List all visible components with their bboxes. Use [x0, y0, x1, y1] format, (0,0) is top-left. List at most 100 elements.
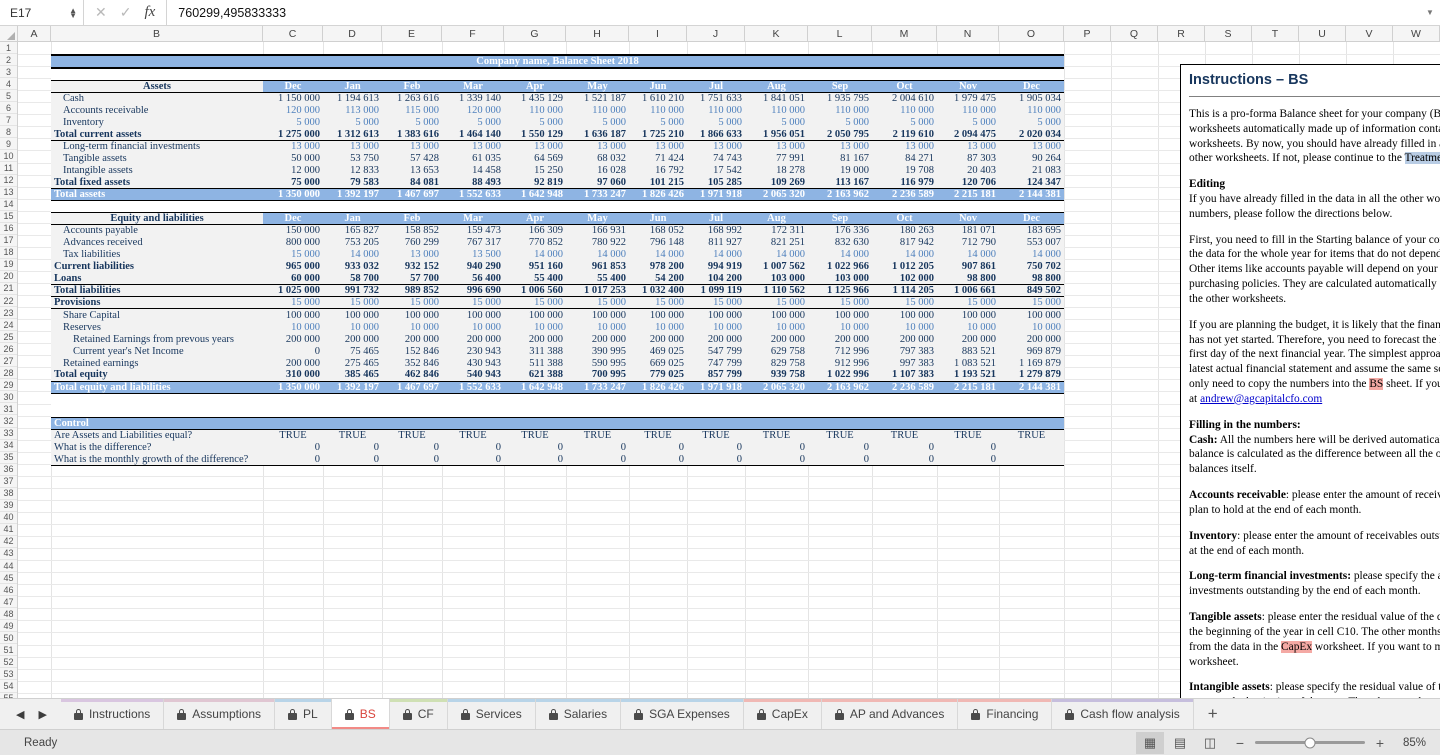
assets-cell-0-1[interactable]: 1 194 613	[323, 92, 382, 105]
assets-cell-0-8[interactable]: 1 841 051	[745, 92, 808, 105]
control-cell-0-0[interactable]: TRUE	[263, 429, 323, 442]
assets-cell-5-5[interactable]: 68 032	[566, 152, 629, 165]
equity-cell-3-12[interactable]: 750 702	[999, 260, 1064, 273]
name-box-dropdown-icon[interactable]: ▲ ▼	[69, 6, 77, 19]
equity2-row-label-1[interactable]: Reserves	[51, 321, 263, 334]
sheet-tab-sga-expenses[interactable]: SGA Expenses	[621, 699, 744, 729]
previous-sheet-icon[interactable]: ◀	[16, 708, 24, 721]
assets-cell-1-11[interactable]: 110 000	[937, 104, 999, 117]
equity2-cell-4-9[interactable]: 912 996	[808, 357, 872, 370]
equity-cell-0-6[interactable]: 168 052	[629, 224, 687, 237]
equity2-cell-3-12[interactable]: 969 879	[999, 345, 1064, 358]
equity-cell-3-8[interactable]: 1 007 562	[745, 260, 808, 273]
assets-cell-5-0[interactable]: 50 000	[263, 152, 323, 165]
column-header-G[interactable]: G	[504, 26, 566, 41]
total-liabilities-cell-4[interactable]: 1 006 560	[504, 284, 566, 298]
assets-cell-4-11[interactable]: 13 000	[937, 140, 999, 153]
row-header-2[interactable]: 2	[0, 54, 17, 67]
assets-cell-1-2[interactable]: 115 000	[382, 104, 442, 117]
control-cell-0-4[interactable]: TRUE	[504, 429, 566, 442]
equity2-cell-2-1[interactable]: 200 000	[323, 333, 382, 346]
row-header-16[interactable]: 16	[0, 222, 17, 235]
equity2-cell-5-4[interactable]: 621 388	[504, 369, 566, 382]
assets-cell-3-5[interactable]: 1 636 187	[566, 128, 629, 141]
assets-cell-4-7[interactable]: 13 000	[687, 140, 745, 153]
column-header-L[interactable]: L	[808, 26, 872, 41]
provisions-cell-6[interactable]: 15 000	[629, 296, 687, 310]
sheet-tab-capex[interactable]: CapEx	[743, 699, 822, 729]
row-header-37[interactable]: 37	[0, 475, 17, 488]
equity-cell-0-8[interactable]: 172 311	[745, 224, 808, 237]
select-all-corner[interactable]	[0, 26, 18, 41]
control-cell-1-11[interactable]: 0	[937, 441, 999, 454]
equity2-cell-1-0[interactable]: 10 000	[263, 321, 323, 334]
row-header-38[interactable]: 38	[0, 487, 17, 500]
equity2-cell-1-1[interactable]: 10 000	[323, 321, 382, 334]
equity-cell-0-7[interactable]: 168 992	[687, 224, 745, 237]
assets-cell-2-2[interactable]: 5 000	[382, 116, 442, 129]
total-assets-cell-6[interactable]: 1 826 426	[629, 188, 687, 202]
assets-cell-3-6[interactable]: 1 725 210	[629, 128, 687, 141]
equity2-cell-5-2[interactable]: 462 846	[382, 369, 442, 382]
equity2-cell-0-4[interactable]: 100 000	[504, 308, 566, 322]
equity-cell-3-9[interactable]: 1 022 966	[808, 260, 872, 273]
assets-cell-6-12[interactable]: 21 083	[999, 164, 1064, 177]
equity2-row-label-3[interactable]: Current year's Net Income	[51, 345, 263, 358]
assets-cell-7-0[interactable]: 75 000	[263, 176, 323, 189]
formula-expand-icon[interactable]: ▼	[1420, 0, 1440, 25]
equity-cell-3-2[interactable]: 932 152	[382, 260, 442, 273]
row-header-21[interactable]: 21	[0, 282, 17, 295]
sheet-tab-salaries[interactable]: Salaries	[535, 699, 622, 729]
column-header-C[interactable]: C	[263, 26, 323, 41]
row-header-26[interactable]: 26	[0, 343, 17, 356]
column-header-D[interactable]: D	[323, 26, 382, 41]
assets-cell-5-8[interactable]: 77 991	[745, 152, 808, 165]
row-header-53[interactable]: 53	[0, 668, 17, 681]
equity2-cell-4-5[interactable]: 590 995	[566, 357, 629, 370]
equity2-cell-1-6[interactable]: 10 000	[629, 321, 687, 334]
equity-cell-1-11[interactable]: 712 790	[937, 236, 999, 249]
assets-row-label-5[interactable]: Tangible assets	[51, 152, 263, 165]
row-header-25[interactable]: 25	[0, 331, 17, 344]
row-header-11[interactable]: 11	[0, 162, 17, 175]
equity2-cell-0-5[interactable]: 100 000	[566, 308, 629, 322]
assets-cell-1-10[interactable]: 110 000	[872, 104, 937, 117]
equity-cell-2-11[interactable]: 14 000	[937, 248, 999, 261]
assets-row-label-6[interactable]: Intangible assets	[51, 164, 263, 177]
equity2-cell-0-11[interactable]: 100 000	[937, 308, 999, 322]
equity2-cell-5-1[interactable]: 385 465	[323, 369, 382, 382]
assets-row-label-0[interactable]: Cash	[51, 92, 263, 105]
equity2-row-label-5[interactable]: Total equity	[51, 369, 263, 382]
row-header-7[interactable]: 7	[0, 114, 17, 127]
row-header-44[interactable]: 44	[0, 560, 17, 573]
column-header-R[interactable]: R	[1158, 26, 1205, 41]
assets-cell-3-9[interactable]: 2 050 795	[808, 128, 872, 141]
provisions-cell-9[interactable]: 15 000	[808, 296, 872, 310]
assets-cell-7-7[interactable]: 105 285	[687, 176, 745, 189]
equity2-cell-2-11[interactable]: 200 000	[937, 333, 999, 346]
row-header-46[interactable]: 46	[0, 584, 17, 597]
column-header-K[interactable]: K	[745, 26, 808, 41]
equity2-row-label-2[interactable]: Retained Earnings from prevous years	[51, 333, 263, 346]
row-header-13[interactable]: 13	[0, 186, 17, 199]
assets-row-label-4[interactable]: Long-term financial investments	[51, 140, 263, 153]
assets-cell-4-4[interactable]: 13 000	[504, 140, 566, 153]
equity2-cell-3-4[interactable]: 311 388	[504, 345, 566, 358]
equity2-cell-5-6[interactable]: 779 025	[629, 369, 687, 382]
row-header-27[interactable]: 27	[0, 355, 17, 368]
assets-cell-2-6[interactable]: 5 000	[629, 116, 687, 129]
equity-cell-1-7[interactable]: 811 927	[687, 236, 745, 249]
assets-cell-4-2[interactable]: 13 000	[382, 140, 442, 153]
equity2-cell-4-8[interactable]: 829 758	[745, 357, 808, 370]
equity-cell-2-5[interactable]: 14 000	[566, 248, 629, 261]
equity-cell-1-9[interactable]: 832 630	[808, 236, 872, 249]
assets-row-label-3[interactable]: Total current assets	[51, 128, 263, 141]
equity-cell-1-1[interactable]: 753 205	[323, 236, 382, 249]
control-cell-2-12[interactable]	[999, 453, 1064, 467]
assets-cell-6-3[interactable]: 14 458	[442, 164, 504, 177]
equity-cell-1-0[interactable]: 800 000	[263, 236, 323, 249]
equity2-cell-4-7[interactable]: 747 799	[687, 357, 745, 370]
equity-cell-4-0[interactable]: 60 000	[263, 272, 323, 285]
control-cell-0-11[interactable]: TRUE	[937, 429, 999, 442]
control-cell-0-3[interactable]: TRUE	[442, 429, 504, 442]
